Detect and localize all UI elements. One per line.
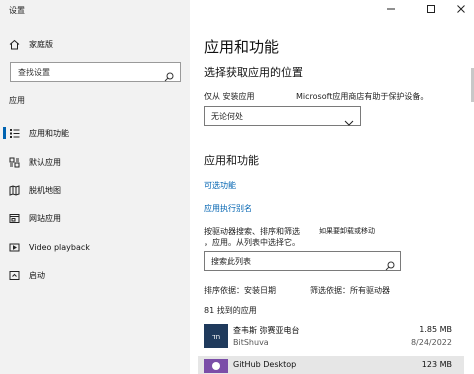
- app-size: 123 MB: [421, 360, 452, 369]
- svg-text:חד: חד: [212, 333, 220, 341]
- app-aliases-link[interactable]: 应用执行别名: [204, 203, 252, 214]
- choose-location-heading: 选择获取应用的位置: [204, 66, 303, 79]
- default-apps-icon: [8, 156, 20, 168]
- sidebar-item-home[interactable]: 家庭版: [0, 34, 190, 54]
- app-size: 1.85 MB: [419, 325, 452, 334]
- settings-search-input[interactable]: 查找设置: [10, 62, 181, 82]
- app-install-date: 8/24/2022: [410, 338, 452, 347]
- sidebar-item-label: Video playback: [29, 242, 90, 252]
- app-icon: חד: [204, 324, 228, 348]
- search-hint-line1: 按驱动器搜索、排序和筛选: [204, 227, 300, 236]
- sidebar-item-apps-for-websites[interactable]: 网站应用: [0, 208, 190, 228]
- sidebar-item-label: 网站应用: [29, 213, 61, 223]
- home-icon: [8, 38, 20, 50]
- minimize-button[interactable]: [384, 4, 398, 14]
- optional-features-link[interactable]: 可选功能: [204, 180, 236, 191]
- maximize-button[interactable]: [424, 4, 438, 14]
- app-name: 查韦斯 弥赛亚电台: [233, 326, 300, 335]
- sort-dropdown[interactable]: 排序依据：安装日期: [204, 285, 276, 296]
- sidebar-item-label: 默认应用: [29, 157, 61, 167]
- filter-dropdown[interactable]: 筛选依据：所有驱动器: [310, 285, 390, 296]
- sidebar-item-default-apps[interactable]: 默认应用: [0, 152, 190, 172]
- main-pane: 应用和功能 选择获取应用的位置 仅从 安装应用 Microsoft应用商店有助于…: [190, 0, 474, 374]
- sidebar-section-label: 应用: [9, 96, 25, 105]
- source-note: Microsoft应用商店有助于保护设备。: [296, 92, 429, 101]
- move-note: 如果要卸载或移动: [319, 227, 375, 235]
- search-icon[interactable]: [385, 256, 395, 275]
- sidebar: 设置 家庭版 查找设置 应用 应用和功能 默认应用 脱机地图 网站应用 Vide…: [0, 0, 190, 374]
- github-desktop-icon: [204, 358, 228, 373]
- apps-list-icon: [8, 127, 20, 139]
- sidebar-item-startup[interactable]: 启动: [0, 265, 190, 285]
- app-publisher: BitShuva: [233, 338, 269, 347]
- window-title: 设置: [9, 6, 25, 15]
- app-list-item[interactable]: GitHub Desktop 123 MB: [198, 356, 464, 374]
- startup-icon: [8, 269, 20, 281]
- dropdown-value: 无论何处: [211, 112, 243, 121]
- app-list-search-placeholder: 搜索此列表: [211, 257, 251, 266]
- active-indicator: [3, 127, 6, 139]
- offline-maps-icon: [8, 184, 20, 196]
- sidebar-home-label: 家庭版: [29, 39, 53, 49]
- app-list-search-input[interactable]: 搜索此列表: [204, 251, 401, 271]
- search-hint-line2: ，应用。从列表中选择它。: [204, 238, 300, 247]
- search-icon[interactable]: [164, 67, 174, 86]
- sidebar-item-video-playback[interactable]: Video playback: [0, 237, 190, 257]
- apps-features-heading: 应用和功能: [204, 154, 259, 167]
- apps-for-websites-icon: [8, 212, 20, 224]
- chevron-down-icon: [344, 112, 354, 131]
- app-name: GitHub Desktop: [233, 360, 297, 369]
- sidebar-item-offline-maps[interactable]: 脱机地图: [0, 180, 190, 200]
- sidebar-item-label: 启动: [29, 270, 45, 280]
- apps-found-count: 81 找到的应用: [204, 306, 257, 315]
- sidebar-item-apps-features[interactable]: 应用和功能: [0, 123, 190, 143]
- app-list-item[interactable]: חד 查韦斯 弥赛亚电台 BitShuva 1.85 MB 8/24/2022: [198, 320, 464, 354]
- page-title: 应用和功能: [204, 38, 280, 56]
- settings-search-placeholder: 查找设置: [18, 68, 50, 77]
- video-playback-icon: [8, 241, 20, 253]
- install-location-dropdown[interactable]: 无论何处: [204, 106, 361, 126]
- sidebar-item-label: 应用和功能: [29, 128, 69, 138]
- close-button[interactable]: [454, 4, 468, 14]
- sidebar-item-label: 脱机地图: [29, 185, 61, 195]
- source-label: 仅从 安装应用: [204, 92, 255, 101]
